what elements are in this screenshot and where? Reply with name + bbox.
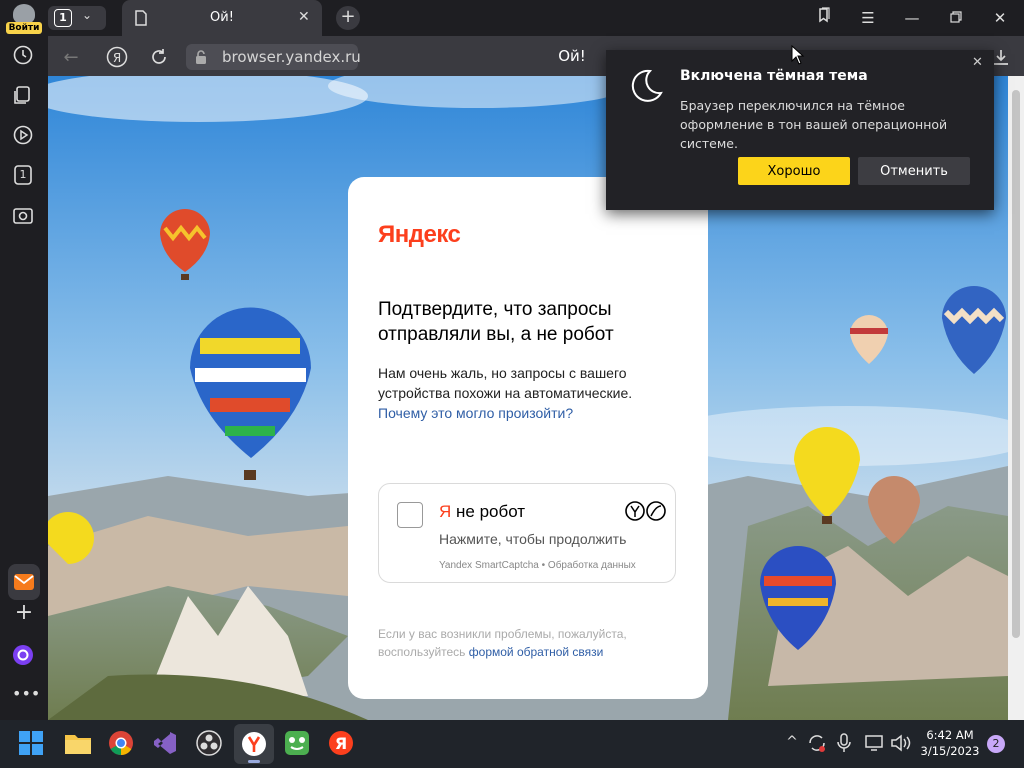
notification-badge[interactable]: 2 [987,735,1005,753]
svg-text:Я: Я [113,51,121,65]
smartcaptcha-line[interactable]: Yandex SmartCaptcha • Обработка данных [439,560,636,571]
tabs-counter-icon[interactable]: 1 [12,164,36,188]
notes-icon[interactable] [12,84,36,108]
moon-icon [628,68,664,108]
file-explorer-icon[interactable] [64,730,92,758]
why-link[interactable]: Почему это могло произойти? [378,405,573,421]
more-icon[interactable]: ••• [12,684,40,708]
chevron-down-icon: ⌄ [82,8,93,22]
network-icon[interactable] [864,733,886,753]
captcha-card: Яндекс Подтвердите, что запросы отправля… [348,177,708,699]
tab-active[interactable]: Ой! ✕ [122,0,322,36]
taskbar: Я ^ [0,720,1024,768]
close-tab-icon[interactable]: ✕ [298,9,310,25]
screenshot-icon[interactable] [12,204,36,228]
history-icon[interactable] [12,44,36,68]
mail-icon[interactable] [8,564,40,600]
video-play-icon[interactable] [12,124,36,148]
yandex-icon[interactable]: Я [328,730,356,758]
address-page-title: Ой! [558,47,586,65]
close-window-icon[interactable]: ✕ [987,6,1013,30]
scrollbar-thumb[interactable] [1012,90,1020,638]
close-notification-icon[interactable]: ✕ [972,55,983,70]
alice-icon[interactable] [12,644,36,668]
menu-icon[interactable]: ☰ [855,6,881,30]
login-label: Войти [6,22,42,34]
captcha-heading: Подтвердите, что запросы отправляли вы, … [378,299,614,345]
lock-icon [194,49,210,69]
clock[interactable]: 6:42 AM 3/15/2023 [920,727,980,759]
captcha-footer: Если у вас возникли проблемы, пожалуйста… [378,625,668,661]
notification-text: Браузер переключился на тёмное оформлени… [680,98,948,151]
frog-app-icon[interactable] [284,730,312,758]
avatar-icon [13,4,35,24]
new-tab-button[interactable]: + [336,6,360,30]
ya-prefix: Я [439,502,452,521]
url-field[interactable]: browser.yandex.ru [186,44,361,70]
logo-text: Яндекс [378,221,461,248]
volume-icon[interactable] [890,733,912,753]
back-icon[interactable]: ← [58,44,84,70]
not-robot-text: не робот [456,502,526,521]
clock-time: 6:42 AM [926,728,974,742]
reload-icon[interactable] [146,44,172,70]
not-robot-checkbox[interactable] [397,502,423,528]
tab-counter-button[interactable]: 1 ⌄ [48,6,106,30]
not-robot-label: Я не робот [439,502,525,522]
sync-icon[interactable] [806,732,828,754]
url-text: browser.yandex.ru [222,48,361,66]
chrome-icon[interactable] [108,730,136,758]
clock-date: 3/15/2023 [920,744,980,758]
yandex-browser-taskbar-active[interactable] [234,724,274,764]
captcha-checkbox-area[interactable]: Я не робот Нажмите, чтобы продолжить Yan… [378,483,676,583]
svg-text:Я: Я [335,734,347,753]
ok-button[interactable]: Хорошо [738,157,850,185]
login-button[interactable]: Войти [6,2,42,36]
chevron-up-icon[interactable]: ^ [784,734,800,750]
yandex-home-icon[interactable]: Я [104,44,130,70]
notification-title: Включена тёмная тема [680,68,868,84]
restore-icon[interactable] [943,6,969,30]
tab-title: Ой! [210,10,234,25]
collections-icon[interactable] [811,6,837,30]
yandex-browser-icon [242,732,266,756]
feedback-link[interactable]: формой обратной связи [469,645,604,659]
dark-theme-notification: Включена тёмная тема Браузер переключилс… [606,50,994,210]
obs-icon[interactable] [196,730,224,758]
description-text: Нам очень жаль, но запросы с вашего устр… [378,365,633,401]
minimize-icon[interactable]: — [899,6,925,30]
microphone-icon[interactable] [836,733,852,753]
captcha-description: Нам очень жаль, но запросы с вашего устр… [378,363,648,423]
visual-studio-icon[interactable] [152,730,180,758]
add-panel-icon[interactable]: + [12,602,36,626]
scrollbar[interactable] [1008,76,1024,720]
tab-count: 1 [54,9,72,27]
cancel-button[interactable]: Отменить [858,157,970,185]
windows-start-icon[interactable] [18,730,46,758]
sidebar: 1 + ••• [0,36,48,720]
continue-hint: Нажмите, чтобы продолжить [439,531,627,547]
mouse-cursor-icon [791,44,805,69]
smartcaptcha-logo-icon [625,500,667,526]
yandex-logo[interactable]: Яндекс [378,221,461,249]
sidebar-counter: 1 [19,168,27,181]
